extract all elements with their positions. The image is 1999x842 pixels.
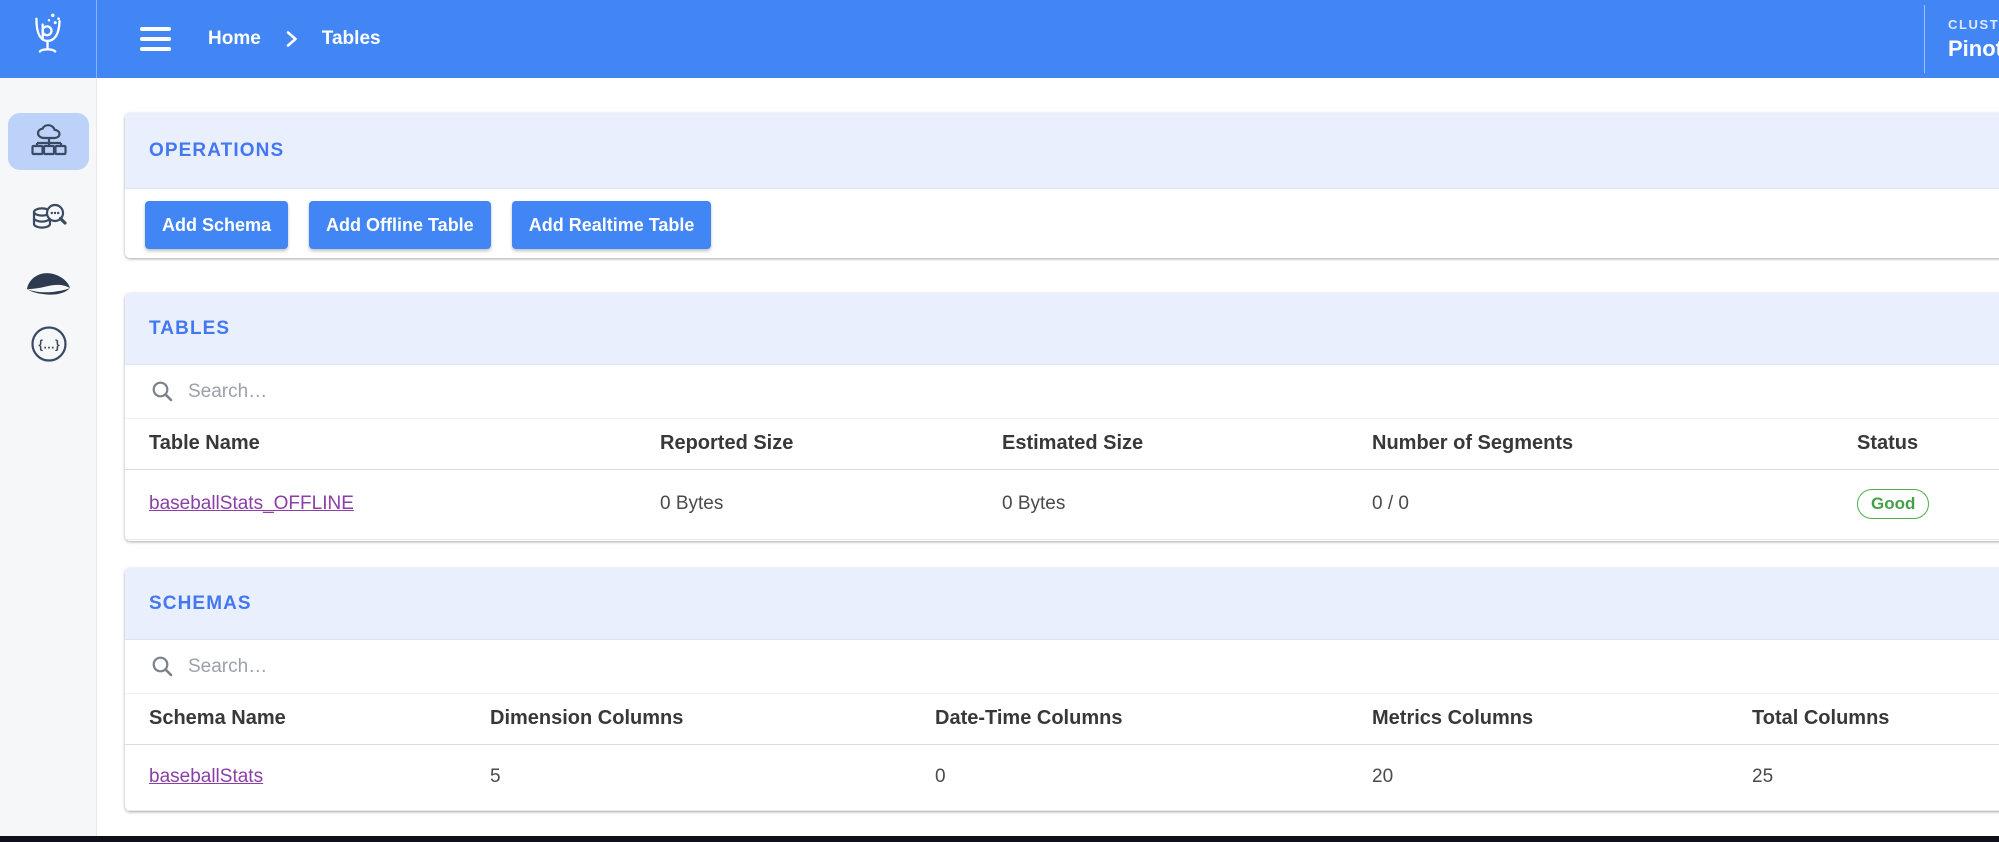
add-offline-table-button[interactable]: Add Offline Table xyxy=(309,201,491,249)
breadcrumb-home[interactable]: Home xyxy=(208,28,261,50)
sidebar-item-query-console[interactable] xyxy=(0,190,97,247)
search-icon xyxy=(152,656,173,677)
menu-toggle-button[interactable] xyxy=(140,27,171,51)
operations-header: OPERATIONS xyxy=(125,113,1999,189)
sidebar-item-zookeeper-browser[interactable] xyxy=(0,253,97,310)
search-icon xyxy=(152,381,173,402)
tables-panel: TABLES Table Name Reported Size Estimate… xyxy=(125,293,1999,541)
schemas-search-input[interactable] xyxy=(188,655,828,678)
column-header-status: Status xyxy=(1833,419,1999,470)
column-header-number-of-segments: Number of Segments xyxy=(1348,419,1833,470)
schemas-title: SCHEMAS xyxy=(149,592,252,614)
pinot-logo xyxy=(0,0,97,78)
breadcrumb: Home Tables xyxy=(208,0,381,78)
top-app-bar: Home Tables CLUST Pinot xyxy=(0,0,1999,78)
schemas-header: SCHEMAS xyxy=(125,568,1999,640)
breadcrumb-current[interactable]: Tables xyxy=(322,28,381,50)
status-badge: Good xyxy=(1857,489,1930,519)
column-header-estimated-size: Estimated Size xyxy=(978,419,1348,470)
column-header-metrics-columns: Metrics Columns xyxy=(1348,694,1728,745)
add-realtime-table-button[interactable]: Add Realtime Table xyxy=(511,201,712,249)
svg-text:{…}: {…} xyxy=(38,337,60,351)
add-schema-button[interactable]: Add Schema xyxy=(145,201,289,249)
column-header-total-columns: Total Columns xyxy=(1728,694,1999,745)
zookeeper-browser-icon xyxy=(26,272,70,295)
column-header-schema-name: Schema Name xyxy=(125,694,466,745)
operations-title: OPERATIONS xyxy=(149,139,285,161)
pinot-cluster-manager-page: Home Tables CLUST Pinot {…} OPERATIONS A… xyxy=(0,0,1999,842)
tables-table-header-row: Table Name Reported Size Estimated Size … xyxy=(125,419,1999,470)
tables-header: TABLES xyxy=(125,293,1999,365)
swagger-rest-api-icon: {…} xyxy=(30,325,67,362)
cluster-label: CLUST xyxy=(1948,16,1999,32)
operations-buttons: Add Schema Add Offline Table Add Realtim… xyxy=(125,189,1999,249)
tables-search-input[interactable] xyxy=(188,380,828,403)
column-header-table-name: Table Name xyxy=(125,419,636,470)
datetime-columns-value: 0 xyxy=(911,744,1348,811)
window-bottom-edge xyxy=(0,836,1999,842)
schemas-search-row xyxy=(125,640,1999,694)
tables-table: Table Name Reported Size Estimated Size … xyxy=(125,419,1999,540)
reported-size-value: 0 Bytes xyxy=(636,469,978,540)
schema-row: baseballStats 5 0 20 25 xyxy=(125,744,1999,811)
table-name-link[interactable]: baseballStats_OFFLINE xyxy=(149,493,354,514)
operations-panel: OPERATIONS Add Schema Add Offline Table … xyxy=(125,113,1999,258)
sidebar-item-cluster-manager[interactable] xyxy=(8,113,89,170)
tables-title: TABLES xyxy=(149,317,231,339)
schema-name-link[interactable]: baseballStats xyxy=(149,766,263,787)
cluster-info: CLUST Pinot xyxy=(1924,5,1999,73)
dimension-columns-value: 5 xyxy=(466,744,911,811)
cluster-manager-icon xyxy=(30,123,67,155)
table-row: baseballStats_OFFLINE 0 Bytes 0 Bytes 0 … xyxy=(125,469,1999,540)
schemas-table: Schema Name Dimension Columns Date-Time … xyxy=(125,694,1999,811)
segments-count-value: 0 / 0 xyxy=(1348,469,1833,540)
column-header-reported-size: Reported Size xyxy=(636,419,978,470)
column-header-dimension-columns: Dimension Columns xyxy=(466,694,911,745)
query-console-icon xyxy=(32,203,67,229)
sidebar-nav: {…} xyxy=(0,78,97,836)
cluster-name: Pinot xyxy=(1948,35,1999,61)
column-header-datetime-columns: Date-Time Columns xyxy=(911,694,1348,745)
schemas-table-header-row: Schema Name Dimension Columns Date-Time … xyxy=(125,694,1999,745)
metrics-columns-value: 20 xyxy=(1348,744,1728,811)
schemas-panel: SCHEMAS Schema Name Dimension Columns Da… xyxy=(125,568,1999,811)
estimated-size-value: 0 Bytes xyxy=(978,469,1348,540)
chevron-right-icon xyxy=(286,31,297,47)
tables-search-row xyxy=(125,365,1999,419)
sidebar-item-swagger-rest-api[interactable]: {…} xyxy=(0,315,97,372)
total-columns-value: 25 xyxy=(1728,744,1999,811)
pinot-wine-glass-icon xyxy=(35,13,61,53)
